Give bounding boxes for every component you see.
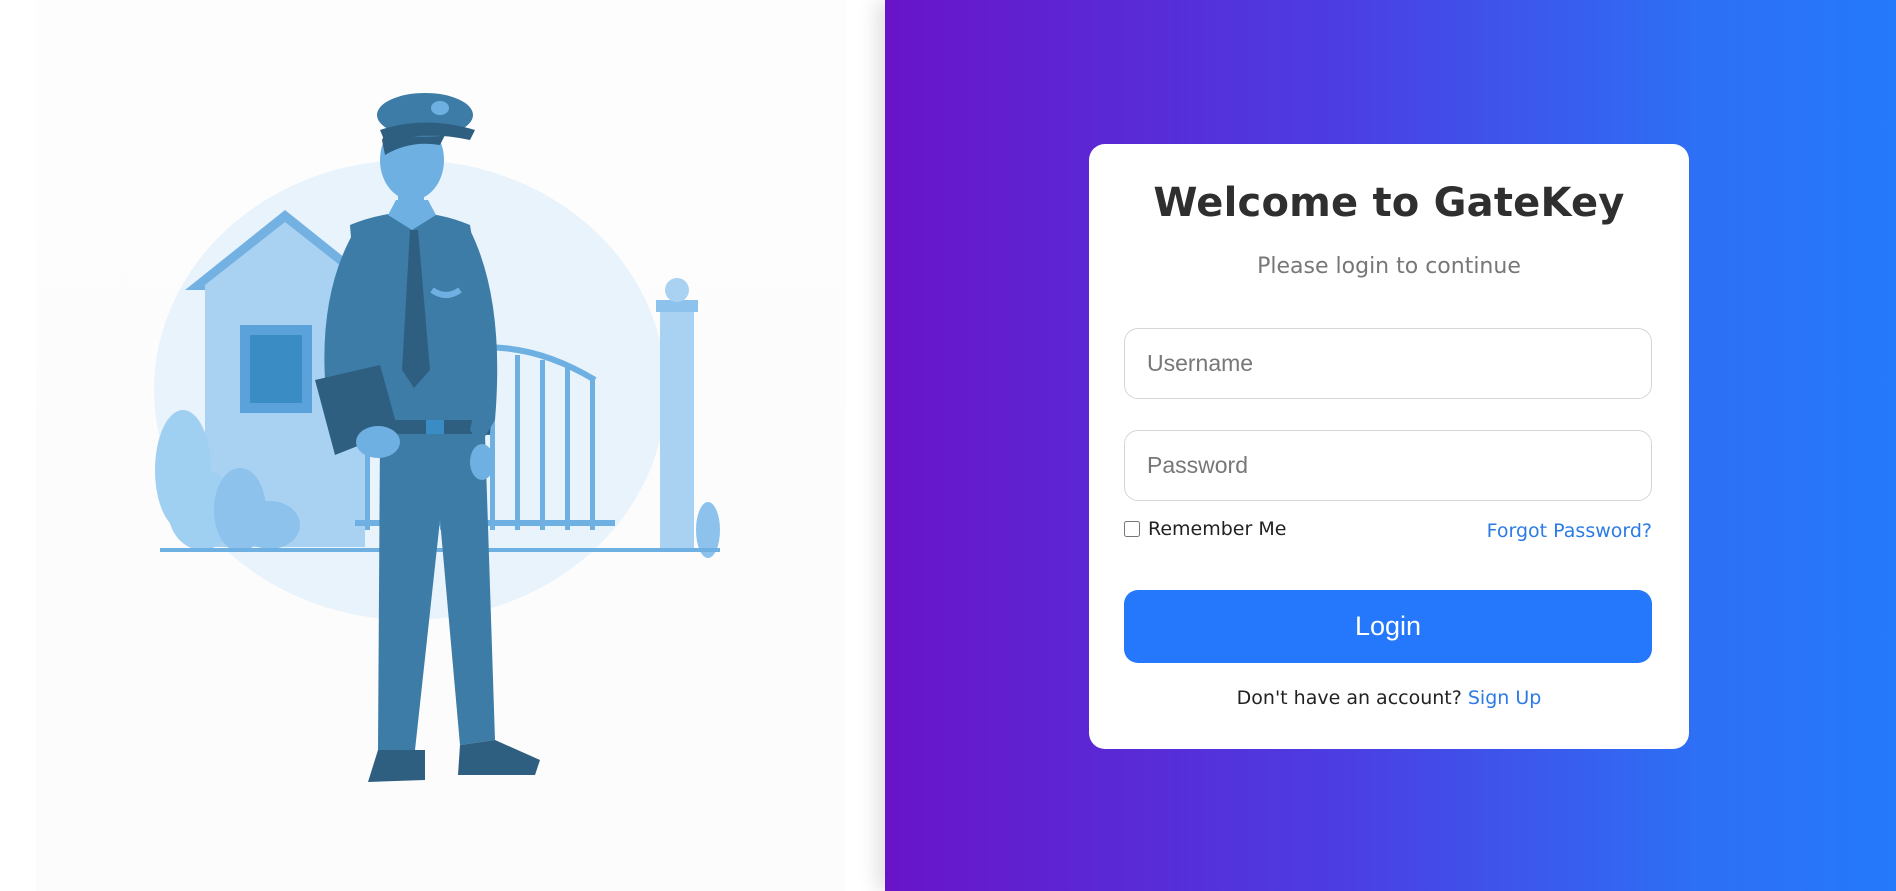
security-guard-illustration <box>154 93 720 782</box>
login-button[interactable]: Login <box>1124 590 1652 663</box>
signup-line: Don't have an account? Sign Up <box>1089 687 1689 709</box>
page-title: Welcome to GateKey <box>1153 180 1625 226</box>
signup-prompt: Don't have an account? <box>1236 687 1462 709</box>
illustration-panel <box>0 0 885 891</box>
remember-me-checkbox[interactable] <box>1124 521 1140 537</box>
username-input[interactable] <box>1124 328 1652 399</box>
password-input[interactable] <box>1124 430 1652 501</box>
forgot-password-link[interactable]: Forgot Password? <box>1487 520 1652 542</box>
page-subtitle: Please login to continue <box>1257 254 1521 279</box>
remember-me-label: Remember Me <box>1148 518 1287 540</box>
remember-me[interactable]: Remember Me <box>1124 518 1286 540</box>
login-panel: Welcome to GateKey Please login to conti… <box>885 0 1896 891</box>
login-card: Welcome to GateKey Please login to conti… <box>1089 144 1689 749</box>
sign-up-link[interactable]: Sign Up <box>1468 687 1541 709</box>
